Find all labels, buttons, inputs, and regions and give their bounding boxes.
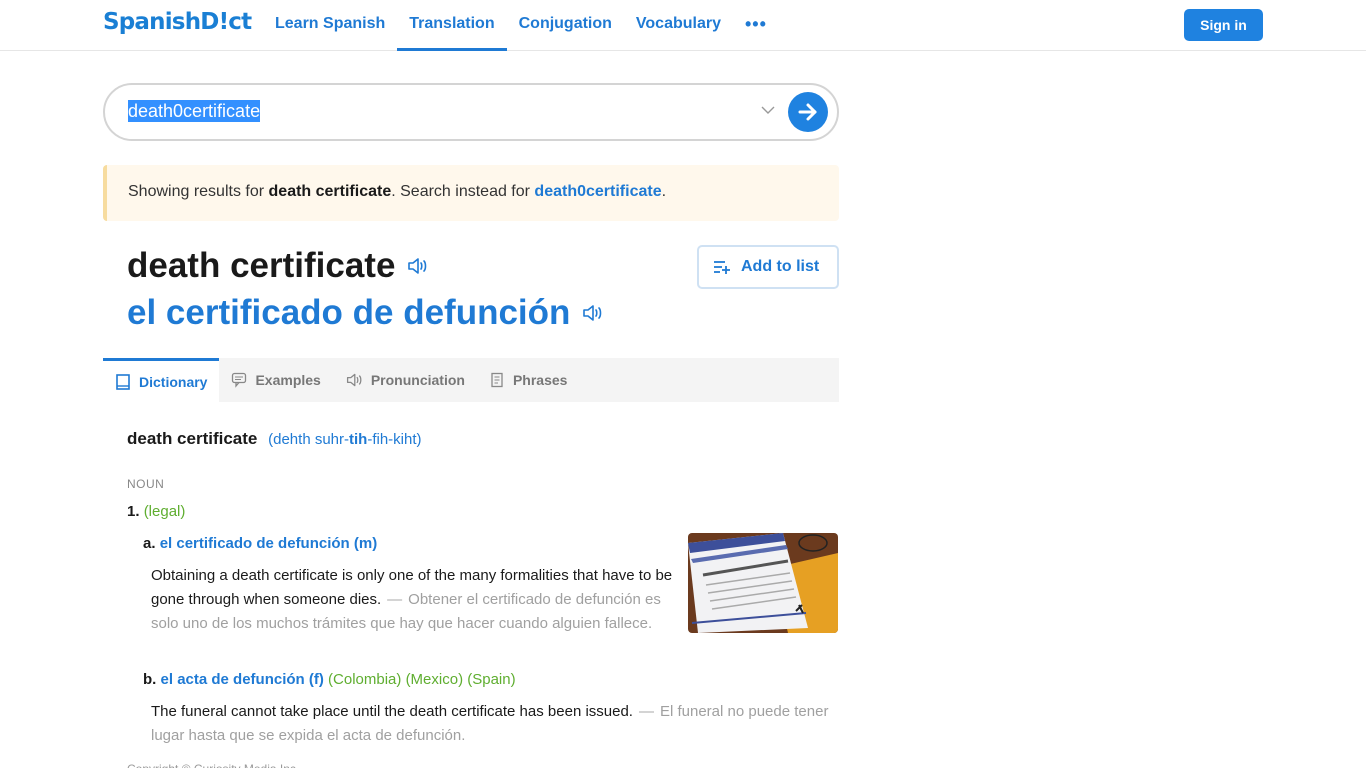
chevron-down-icon[interactable] <box>760 102 776 118</box>
subsense: b. el acta de defunción (f) (Colombia) (… <box>143 671 516 688</box>
logo[interactable]: SpanishD!ct <box>103 9 252 35</box>
result-tabs: Dictionary Examples Pronunciation Phrase… <box>103 358 839 402</box>
example-dash: — <box>387 591 403 608</box>
subsense-translation[interactable]: el certificado de defunción (m) <box>160 535 378 552</box>
speaker-icon <box>346 373 362 387</box>
headword: death certificate <box>127 246 428 286</box>
nav-learn-spanish[interactable]: Learn Spanish <box>263 0 397 50</box>
sense-context: (legal) <box>143 503 186 520</box>
notice-prefix: Showing results for <box>128 183 269 200</box>
tab-examples[interactable]: Examples <box>219 358 332 402</box>
add-list-icon <box>714 261 730 274</box>
example-dash: — <box>638 703 654 720</box>
headword-translation: el certificado de defunción <box>127 293 603 333</box>
pron-part: -fih-kiht) <box>367 431 422 448</box>
subsense: a. el certificado de defunción (m) <box>143 535 377 552</box>
copyright-text: Copyright © Curiosity Media Inc. <box>127 762 299 768</box>
nav-translation[interactable]: Translation <box>397 0 507 51</box>
speaker-icon[interactable] <box>406 256 428 276</box>
entry-header: death certificate (dehth suhr-tih-fih-ki… <box>127 429 422 449</box>
more-menu-icon[interactable]: ••• <box>733 0 779 50</box>
tab-label: Examples <box>255 372 321 388</box>
notice-middle: . Search instead for <box>391 183 535 200</box>
main-nav: Learn Spanish Translation Conjugation Vo… <box>263 0 779 51</box>
part-of-speech: NOUN <box>127 477 165 491</box>
spelling-notice: Showing results for death certificate. S… <box>103 165 839 221</box>
tab-label: Phrases <box>512 372 568 388</box>
tab-phrases[interactable]: Phrases <box>477 358 579 402</box>
search-input-selected-text: death0certificate <box>128 100 261 122</box>
headword-english: death certificate <box>127 246 396 285</box>
sign-in-button[interactable]: Sign in <box>1184 9 1263 41</box>
tab-dictionary[interactable]: Dictionary <box>103 358 220 402</box>
add-to-list-label: Add to list <box>741 258 820 275</box>
headword-spanish[interactable]: el certificado de defunción <box>127 293 570 333</box>
example-sentence: The funeral cannot take place until the … <box>151 700 841 748</box>
pron-stressed: tih <box>349 431 368 448</box>
document-icon <box>491 372 503 388</box>
tab-pronunciation[interactable]: Pronunciation <box>333 358 477 402</box>
tab-label: Dictionary <box>139 373 208 390</box>
arrow-right-icon <box>798 103 817 121</box>
nav-conjugation[interactable]: Conjugation <box>507 0 624 50</box>
entry-word: death certificate <box>127 429 258 448</box>
tab-label: Pronunciation <box>370 372 465 388</box>
subsense-translation[interactable]: el acta de defunción (f) <box>161 671 324 688</box>
notice-suffix: . <box>661 183 667 200</box>
subsense-letter: a. <box>143 535 156 552</box>
example-english: The funeral cannot take place until the … <box>151 703 633 720</box>
certificate-image <box>688 533 838 633</box>
notice-corrected-term: death certificate <box>268 183 392 200</box>
sense-number: 1. <box>127 503 140 520</box>
speech-bubble-icon <box>232 372 247 388</box>
top-navbar: SpanishD!ct Learn Spanish Translation Co… <box>0 0 1366 51</box>
sense: 1. (legal) <box>127 503 185 520</box>
search-input[interactable]: death0certificate <box>128 100 261 122</box>
book-icon <box>116 373 130 390</box>
search-instead-link[interactable]: death0certificate <box>534 183 661 200</box>
pronunciation-guide[interactable]: (dehth suhr-tih-fih-kiht) <box>268 431 421 448</box>
subsense-letter: b. <box>143 671 157 688</box>
search-box[interactable]: death0certificate <box>103 83 839 141</box>
nav-vocabulary[interactable]: Vocabulary <box>624 0 733 50</box>
pron-part: (dehth suhr- <box>268 431 349 448</box>
example-sentence: Obtaining a death certificate is only on… <box>151 564 673 636</box>
region-tags: (Colombia) (Mexico) (Spain) <box>328 671 516 688</box>
speaker-icon[interactable] <box>581 303 603 323</box>
search-submit-button[interactable] <box>788 92 828 132</box>
add-to-list-button[interactable]: Add to list <box>697 245 839 289</box>
